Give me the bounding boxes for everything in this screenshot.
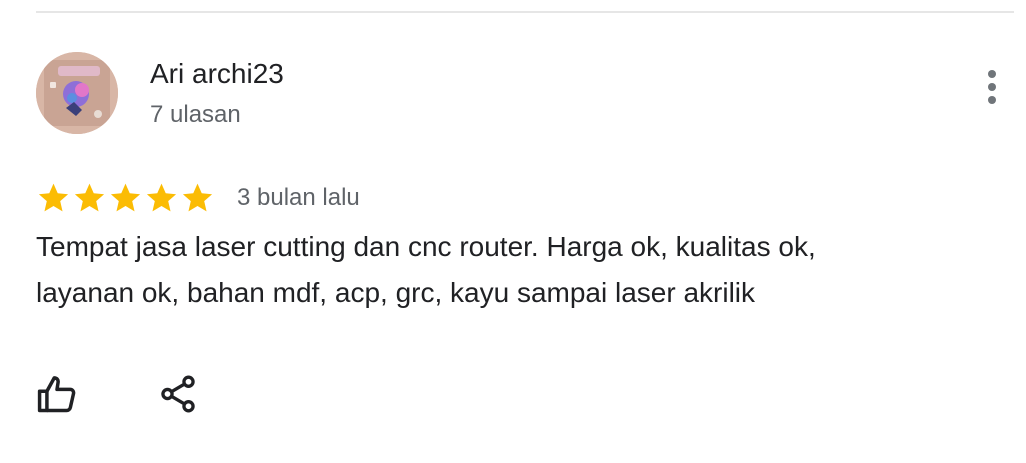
- share-icon: [161, 375, 195, 413]
- more-vert-icon: [988, 70, 996, 78]
- review-date: 3 bulan lalu: [237, 184, 360, 211]
- star-rating: [36, 181, 215, 216]
- avatar[interactable]: [36, 52, 118, 134]
- star-icon: [74, 183, 105, 211]
- avatar-image: [36, 52, 118, 134]
- more-options-button[interactable]: [976, 66, 1008, 108]
- like-button[interactable]: [33, 370, 81, 418]
- more-vert-icon-dot: [988, 96, 996, 104]
- reviewer-name[interactable]: Ari archi23: [150, 58, 284, 90]
- star-icon: [110, 183, 141, 211]
- star-icon: [146, 183, 177, 211]
- top-divider: [36, 11, 1014, 13]
- more-vert-icon-dot: [988, 83, 996, 91]
- review-count: 7 ulasan: [150, 101, 241, 128]
- thumb-up-icon: [37, 376, 76, 413]
- review-text: Tempat jasa laser cutting dan cnc router…: [36, 231, 816, 308]
- share-button[interactable]: [154, 370, 202, 418]
- star-icon: [182, 183, 213, 211]
- rating-row: 3 bulan lalu: [36, 178, 360, 218]
- star-icon: [38, 183, 69, 211]
